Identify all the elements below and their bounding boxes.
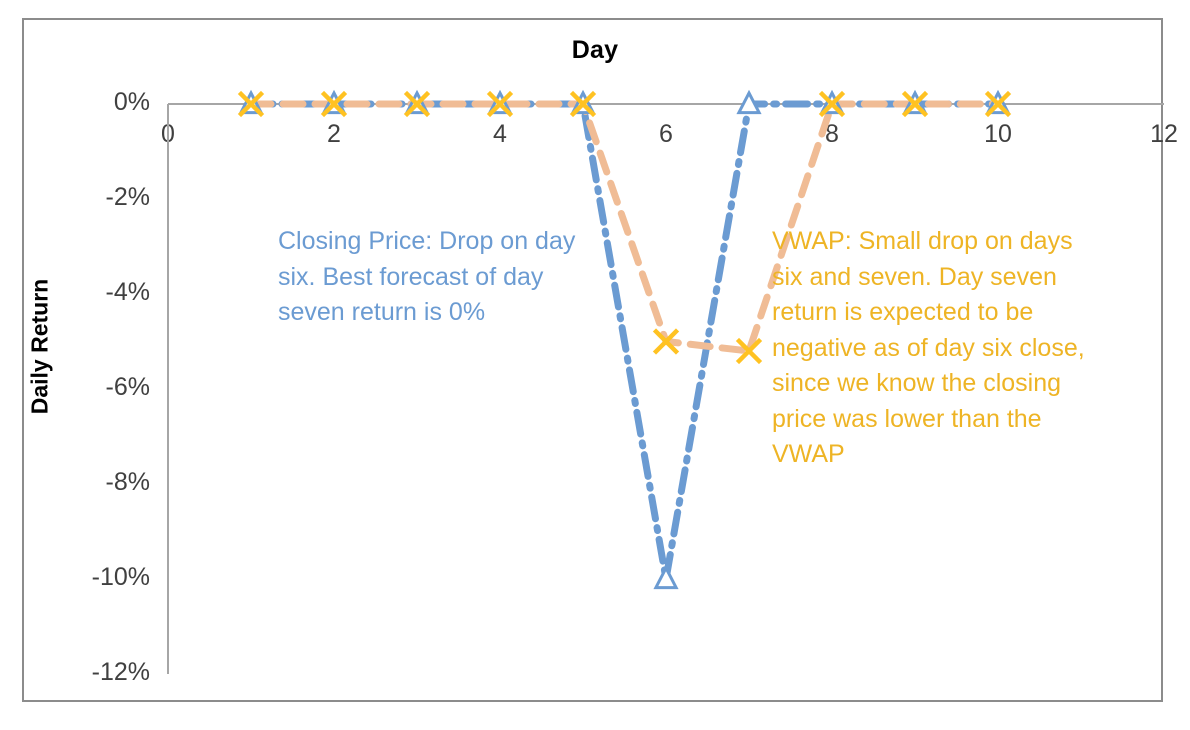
- y-tick-label: 0%: [113, 88, 150, 116]
- y-axis-title: Daily Return: [26, 278, 53, 415]
- chart-canvas: Day Daily Return 0% -2% -4% -6% -8% -10% -12% …: [0, 0, 1190, 730]
- y-tick-label: -12%: [91, 658, 150, 686]
- data-point-marker: [653, 564, 679, 590]
- annotation-closing-price: Closing Price: Drop on day six. Best for…: [278, 227, 576, 326]
- chart-title: Day: [571, 36, 619, 64]
- y-tick-label: -10%: [91, 563, 150, 591]
- y-tick-label: -8%: [105, 468, 150, 496]
- y-tick-label: -2%: [105, 183, 150, 211]
- y-tick-label: -4%: [105, 278, 150, 306]
- y-tick-label: -6%: [105, 373, 150, 401]
- annotation-vwap: VWAP: Small drop on days six and seven. …: [772, 227, 1085, 468]
